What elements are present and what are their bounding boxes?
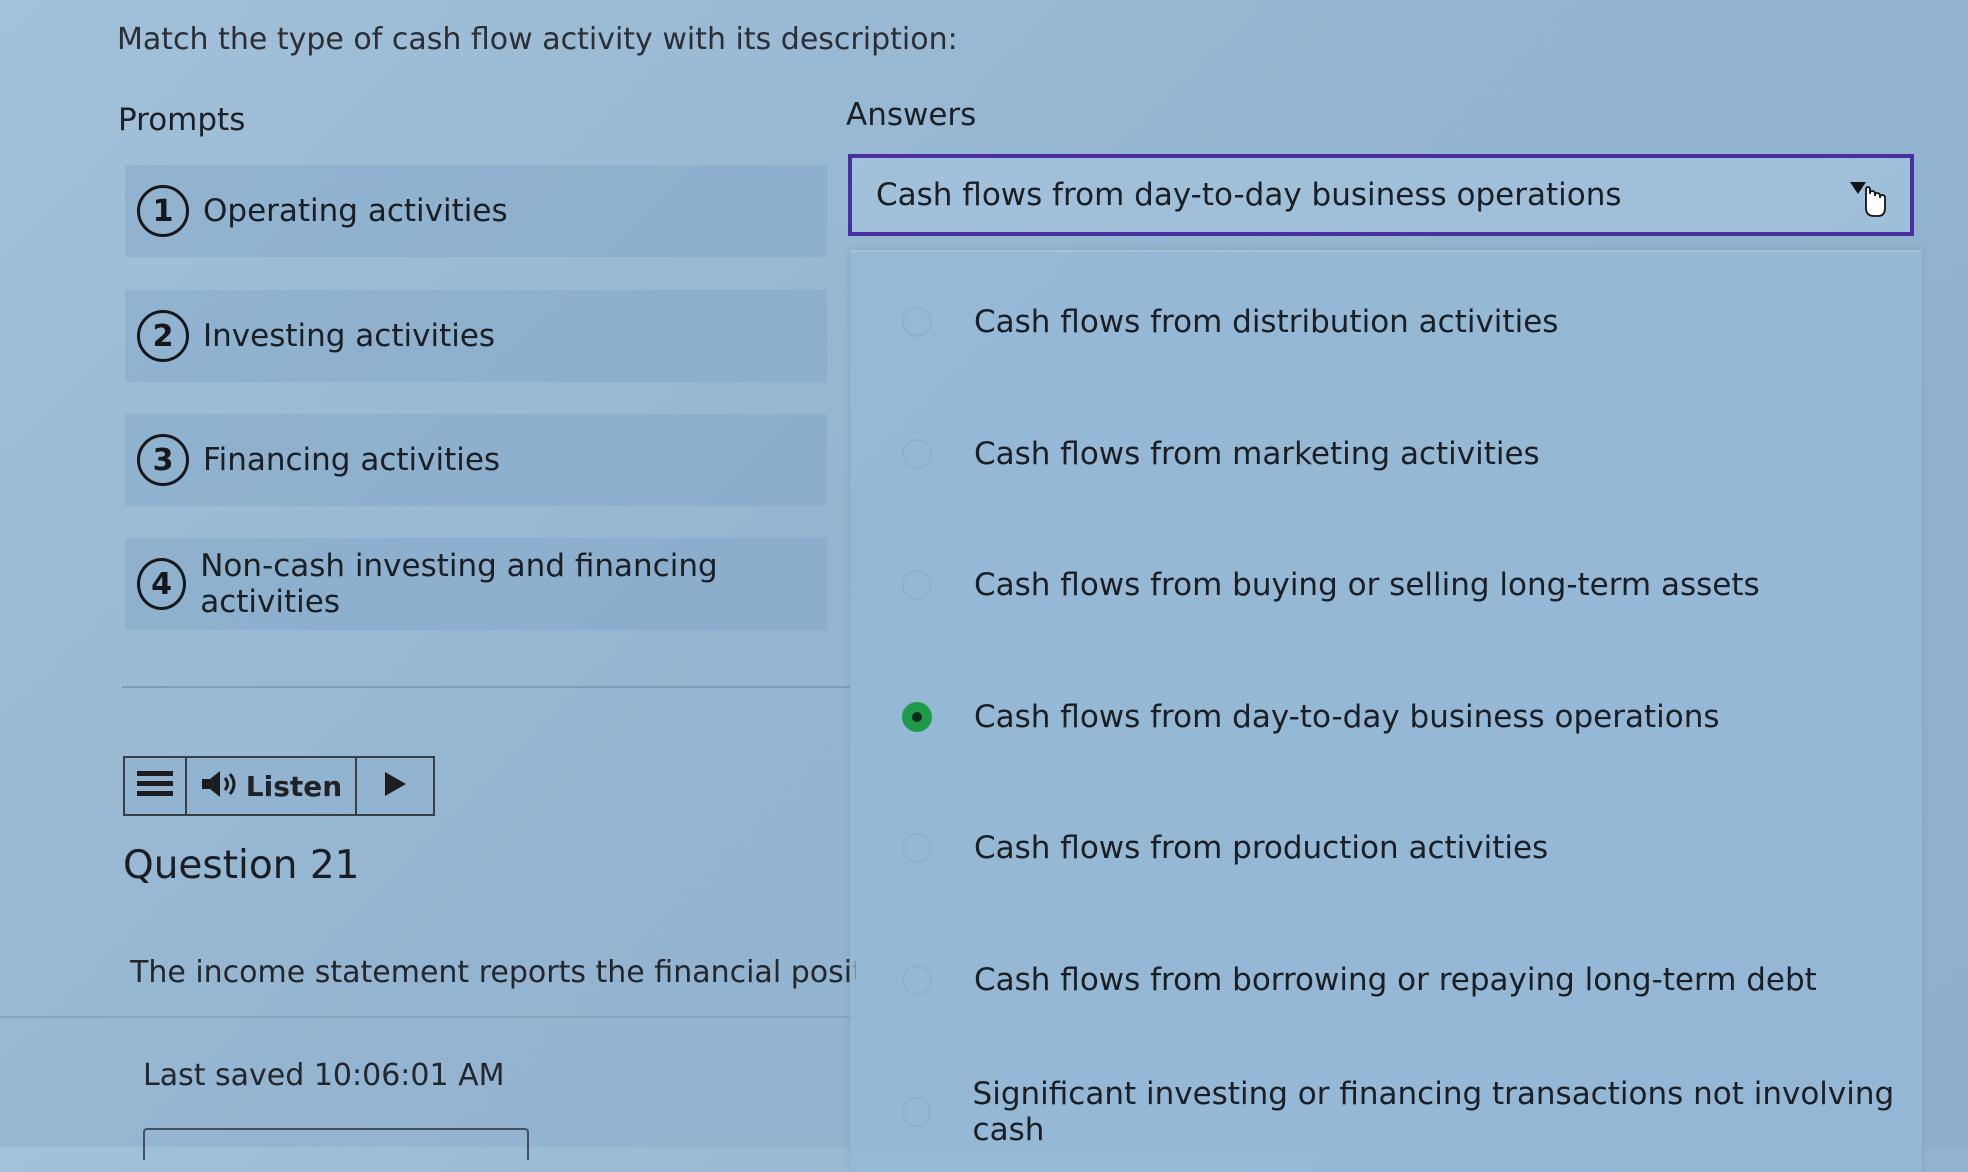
bottom-button-edge[interactable]	[143, 1128, 529, 1160]
prompt-number-badge: 1	[137, 185, 189, 237]
section-divider	[122, 686, 852, 688]
footer-divider	[0, 1016, 860, 1018]
answer-option[interactable]: Cash flows from buying or selling long-t…	[852, 555, 1920, 615]
prompt-label: Non-cash investing and financing activit…	[200, 548, 718, 620]
speaker-icon	[200, 769, 240, 803]
prompt-number-badge: 3	[137, 434, 189, 486]
radio-button[interactable]	[902, 1097, 931, 1127]
answer-dropdown-list: Cash flows from distribution activities …	[850, 250, 1922, 1172]
caret-down-icon	[1848, 178, 1888, 224]
answer-option[interactable]: Cash flows from production activities	[852, 818, 1920, 878]
option-label: Cash flows from production activities	[974, 830, 1549, 866]
answer-option[interactable]: Significant investing or financing trans…	[852, 1076, 1920, 1148]
option-label: Cash flows from day-to-day business oper…	[974, 699, 1720, 735]
last-saved-status: Last saved 10:06:01 AM	[143, 1058, 505, 1093]
radio-button[interactable]	[902, 439, 932, 469]
option-label: Significant investing or financing trans…	[972, 1076, 1895, 1148]
prompt-row-2: 2 Investing activities	[125, 290, 827, 382]
play-icon	[383, 771, 407, 801]
listen-toolbar: Listen	[123, 756, 435, 816]
prompt-row-3: 3 Financing activities	[125, 414, 827, 506]
instruction-text: Match the type of cash flow activity wit…	[117, 22, 958, 57]
prompt-number-badge: 2	[137, 310, 189, 362]
radio-button[interactable]	[902, 307, 932, 337]
answers-heading: Answers	[846, 97, 977, 133]
prompt-label: Investing activities	[203, 318, 496, 354]
prompt-label: Financing activities	[203, 442, 501, 478]
prompt-label: Operating activities	[203, 193, 508, 229]
prompt-number-badge: 4	[137, 558, 187, 610]
radio-button[interactable]	[902, 965, 932, 995]
prompt-row-1: 1 Operating activities	[125, 165, 827, 257]
option-label: Cash flows from marketing activities	[974, 436, 1540, 472]
radio-button[interactable]	[902, 570, 932, 600]
hand-cursor-icon	[1865, 186, 1886, 217]
answer-option[interactable]: Cash flows from distribution activities	[852, 292, 1920, 352]
menu-button[interactable]	[125, 758, 187, 814]
answer-option-selected[interactable]: Cash flows from day-to-day business oper…	[852, 687, 1920, 747]
option-label: Cash flows from borrowing or repaying lo…	[974, 962, 1817, 998]
answer-option[interactable]: Cash flows from borrowing or repaying lo…	[852, 950, 1920, 1010]
question-text: The income statement reports the financi…	[130, 955, 856, 990]
radio-button-selected[interactable]	[902, 702, 932, 732]
answer-select-value: Cash flows from day-to-day business oper…	[876, 177, 1622, 213]
play-button[interactable]	[357, 758, 433, 814]
question-title: Question 21	[123, 843, 360, 888]
option-label: Cash flows from distribution activities	[974, 304, 1559, 340]
prompt-row-4: 4 Non-cash investing and financing activ…	[125, 538, 827, 630]
hamburger-icon	[137, 769, 173, 803]
option-label: Cash flows from buying or selling long-t…	[974, 567, 1760, 603]
answer-select[interactable]: Cash flows from day-to-day business oper…	[848, 154, 1914, 236]
prompts-heading: Prompts	[118, 102, 246, 138]
radio-button[interactable]	[902, 833, 932, 863]
answer-option[interactable]: Cash flows from marketing activities	[852, 424, 1920, 484]
listen-button[interactable]: Listen	[187, 758, 357, 814]
listen-label: Listen	[245, 769, 343, 803]
